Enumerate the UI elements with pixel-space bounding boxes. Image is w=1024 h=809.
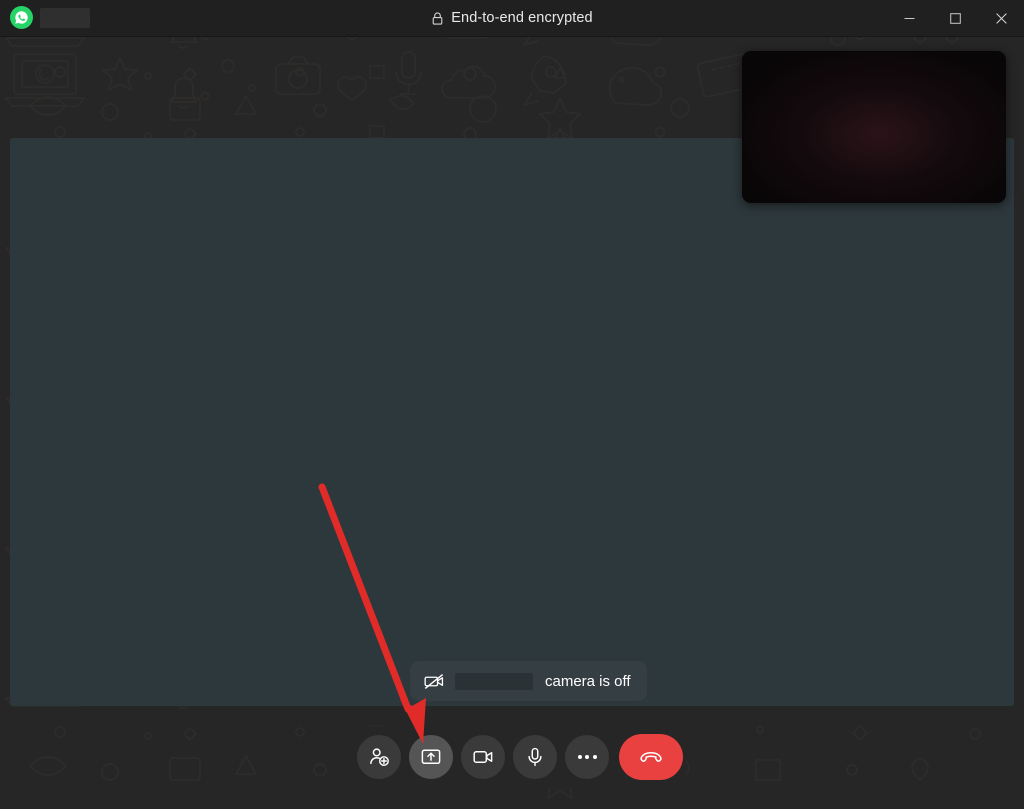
toast-participant-name-redacted [455,672,533,690]
contact-name-redacted [40,8,90,28]
camera-off-icon [424,673,455,690]
end-call-handset-icon [638,744,664,770]
call-control-bar [345,726,686,788]
title-bar: End-to-end encrypted [0,0,1024,37]
remote-video-stage[interactable] [10,138,1014,706]
minimize-button[interactable] [886,0,932,36]
maximize-icon [949,12,961,24]
whatsapp-call-window: End-to-end encrypted camera is off [0,0,1024,809]
toast-message: camera is off [545,672,631,690]
share-screen-button[interactable] [409,735,453,779]
window-controls [886,0,1024,36]
title-bar-center: End-to-end encrypted [0,0,1024,36]
ellipsis-icon [577,755,597,759]
more-options-button[interactable] [565,735,609,779]
toggle-microphone-button[interactable] [513,735,557,779]
minimize-icon [904,17,914,19]
ellipsis-dot [592,755,597,759]
lock-icon [431,11,444,26]
close-icon [995,12,1007,24]
ellipsis-dot [585,755,589,759]
ellipsis-dot [577,755,582,759]
add-participant-button[interactable] [357,735,401,779]
encryption-title: End-to-end encrypted [451,10,593,26]
microphone-icon [524,746,546,768]
share-screen-icon [420,746,442,768]
self-view-preview[interactable] [742,51,1006,203]
whatsapp-logo-icon [10,6,33,29]
maximize-button[interactable] [932,0,978,36]
person-add-icon [368,746,390,768]
toggle-camera-button[interactable] [461,735,505,779]
close-button[interactable] [978,0,1024,36]
camera-off-toast: camera is off [410,661,647,701]
video-camera-icon [472,746,494,768]
end-call-button[interactable] [619,734,683,780]
